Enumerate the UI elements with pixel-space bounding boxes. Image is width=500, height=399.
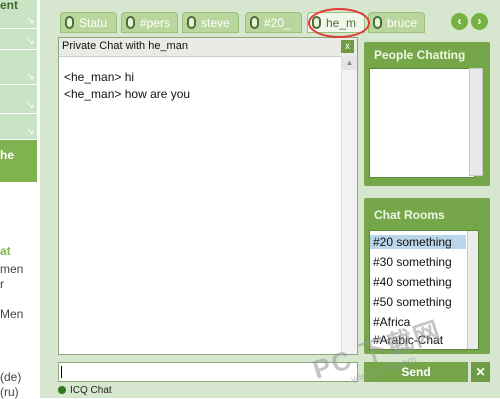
arrow-icon: ↘ xyxy=(26,100,34,110)
room-item[interactable]: #40 something xyxy=(373,275,452,289)
sidebar-nav-item-1[interactable]: ↘ xyxy=(0,29,37,50)
chat-message: <he_man> hi xyxy=(64,70,135,84)
room-item[interactable]: #30 something xyxy=(373,255,452,269)
watermark: PC 下载网 www.pc6.com xyxy=(309,300,500,398)
sidebar-text[interactable]: (de) xyxy=(0,370,21,384)
close-chat-button[interactable]: x xyxy=(341,40,354,53)
sidebar-text[interactable]: at xyxy=(0,244,11,258)
tab-pers[interactable]: #pers xyxy=(121,12,178,33)
tab-steve[interactable]: steve xyxy=(182,12,239,33)
arrow-icon: ↘ xyxy=(26,36,34,46)
scroll-up-icon[interactable]: ▲ xyxy=(342,56,357,70)
tab-status[interactable]: Statu xyxy=(60,12,117,33)
footer: ICQ Chat xyxy=(58,385,112,396)
tab-label: #20_ xyxy=(264,16,291,30)
sidebar-nav-item-selected[interactable]: he xyxy=(0,140,37,182)
people-chatting-panel: People Chatting xyxy=(364,42,490,186)
sidebar-text[interactable]: Men xyxy=(0,307,23,321)
text-caret xyxy=(61,366,62,378)
arrow-icon: ↘ xyxy=(26,71,34,81)
chat-message: <he_man> how are you xyxy=(64,87,191,101)
left-sidebar: ent ↘ ↘ ↘ ↘ ↘ he at men r Men (de) (ru) xyxy=(0,0,40,399)
sidebar-text[interactable]: (ru) xyxy=(0,385,19,399)
sidebar-nav-item-2[interactable]: ↘ xyxy=(0,50,37,85)
tab-label: steve xyxy=(201,16,230,30)
tab-label: Statu xyxy=(79,16,108,30)
person-icon xyxy=(65,16,74,29)
chat-title: Private Chat with he_man xyxy=(62,40,188,52)
tab-label: bruce xyxy=(387,16,418,30)
sidebar-nav-label: ent xyxy=(0,0,18,12)
chat-header: Private Chat with he_man x xyxy=(59,38,357,57)
person-icon xyxy=(373,16,382,29)
person-icon xyxy=(187,16,196,29)
sidebar-text[interactable]: men xyxy=(0,262,23,276)
next-tab-button[interactable]: › xyxy=(471,13,488,30)
arrow-icon: ↘ xyxy=(26,126,34,136)
tab-label: #pers xyxy=(140,16,171,30)
footer-label: ICQ Chat xyxy=(70,385,112,396)
tab-bruce[interactable]: bruce xyxy=(368,12,425,33)
sidebar-nav-item-3[interactable]: ↘ xyxy=(0,85,37,114)
sidebar-text[interactable]: r xyxy=(0,277,4,291)
prev-tab-button[interactable]: ‹ xyxy=(451,13,468,30)
arrow-icon: ↘ xyxy=(26,15,34,25)
people-panel-heading: People Chatting xyxy=(374,48,466,62)
people-scrollbar[interactable] xyxy=(469,68,483,176)
icq-flower-icon xyxy=(58,386,66,395)
room-item[interactable]: #20 something xyxy=(370,235,466,249)
rooms-panel-heading: Chat Rooms xyxy=(374,208,445,222)
sidebar-selected-label: he xyxy=(0,148,15,162)
person-icon xyxy=(126,16,135,29)
tab-20[interactable]: #20_ xyxy=(245,12,302,33)
person-icon xyxy=(250,16,259,29)
sidebar-nav-item-0[interactable]: ent ↘ xyxy=(0,0,37,29)
highlight-ring xyxy=(308,8,370,38)
sidebar-nav-item-4[interactable]: ↘ xyxy=(0,114,37,140)
people-list[interactable] xyxy=(369,68,475,178)
